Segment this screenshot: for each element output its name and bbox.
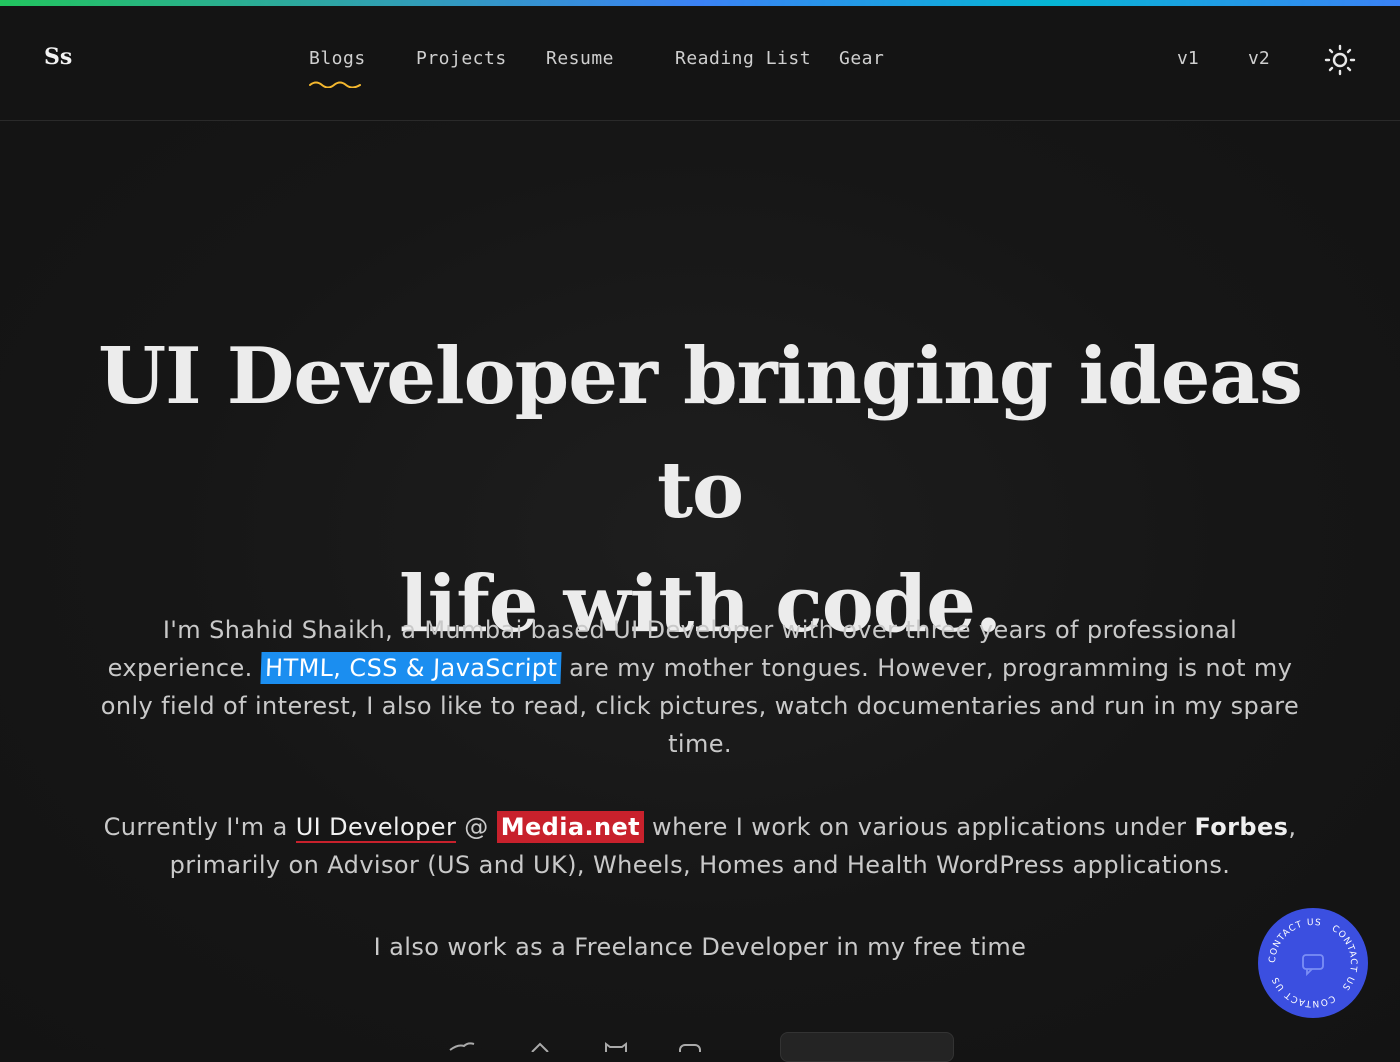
intro-paragraph: I'm Shahid Shaikh, a Mumbai based UI Dev… <box>90 611 1310 763</box>
cta-button[interactable] <box>780 1032 954 1062</box>
nav-gear[interactable]: Gear <box>839 48 884 69</box>
current-middle: where I work on various applications und… <box>652 813 1187 841</box>
nav-resume[interactable]: Resume <box>546 48 614 69</box>
current-prefix: Currently I'm a <box>103 813 288 841</box>
nav-active-underline <box>309 81 361 88</box>
sun-icon[interactable] <box>1324 44 1356 76</box>
site-header: Ss Blogs Projects Resume Reading List Ge… <box>0 6 1400 121</box>
role-text: UI Developer <box>295 813 457 843</box>
contact-us-badge[interactable]: CONTACT US CONTACT US CONTACT US <box>1257 907 1369 1019</box>
nav-projects[interactable]: Projects <box>416 48 507 69</box>
nav-reading-list[interactable]: Reading List <box>675 48 811 69</box>
freelance-text: I also work as a Freelance Developer in … <box>373 933 1027 961</box>
at-symbol: @ <box>464 813 489 841</box>
company-link[interactable]: Media.net <box>496 811 645 843</box>
hero-title-line1: UI Developer bringing ideas to <box>98 331 1303 536</box>
version-v1-link[interactable]: v1 <box>1177 48 1199 69</box>
nav-blogs[interactable]: Blogs <box>309 48 366 69</box>
client-name: Forbes <box>1194 813 1289 841</box>
site-logo[interactable]: Ss <box>44 44 72 70</box>
version-v2-link[interactable]: v2 <box>1248 48 1270 69</box>
current-role-paragraph: Currently I'm a UI Developer @ Media.net… <box>90 808 1310 884</box>
languages-highlight: HTML, CSS & JavaScript <box>260 652 562 684</box>
